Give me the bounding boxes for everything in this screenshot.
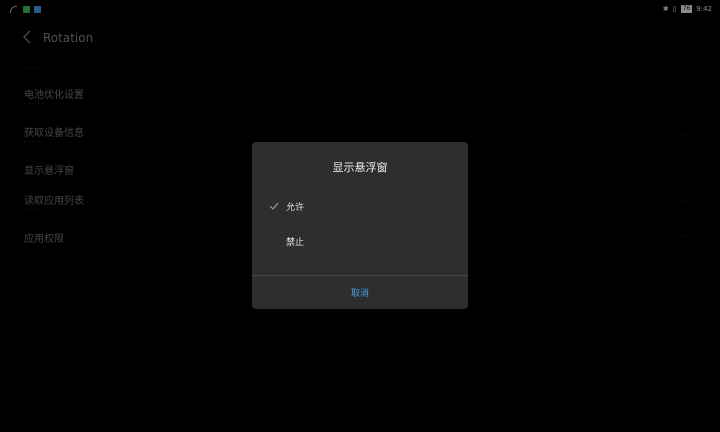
dialog-title: 显示悬浮窗 [332,161,388,174]
option-label: 禁止 [286,238,305,248]
checkmark-icon [269,202,279,210]
option-allow[interactable]: 允许 [252,192,468,222]
floating-window-dialog: 显示悬浮窗 允许 禁止 取消 [252,142,468,309]
option-label: 允许 [286,203,305,213]
option-deny[interactable]: 禁止 [252,227,468,257]
cancel-button[interactable]: 取消 [252,276,468,309]
